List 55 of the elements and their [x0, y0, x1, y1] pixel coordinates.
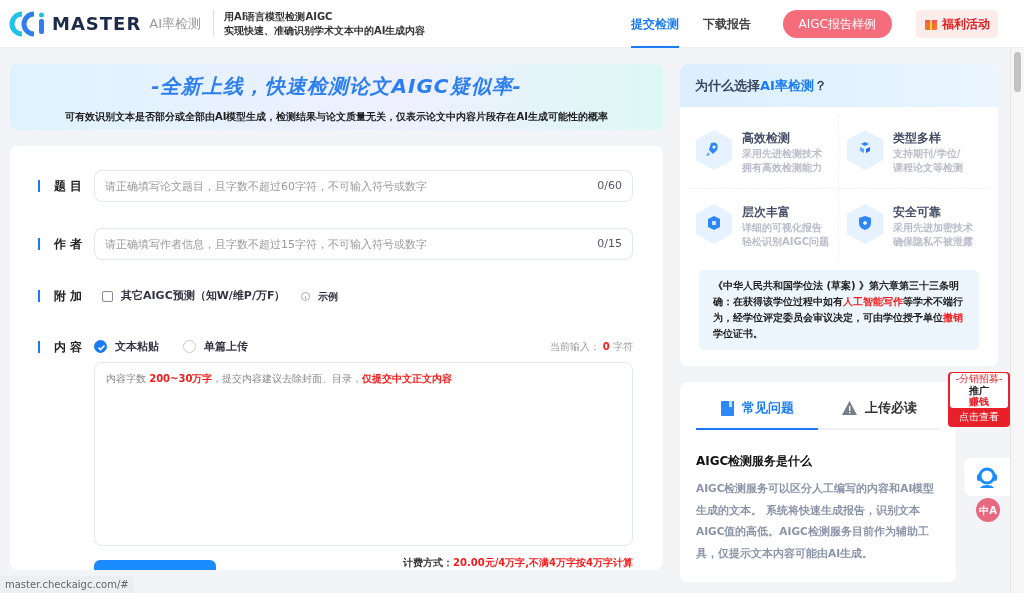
box-icon — [694, 203, 734, 245]
feature-text: 拥有高效检测能力 — [742, 160, 822, 174]
input-count: 当前输入： 0 字符 — [549, 340, 633, 355]
promo-text: 点击查看 — [958, 409, 1000, 424]
option-label: 其它AIGC预测（知W/维P/万F） — [121, 288, 286, 304]
faq-answer: AIGC检测服务可以区分人工编写的内容和AI模型生成的文本。 系统将快速生成报告，识别文本AIGC值的高低。AIGC检测服务目前作为辅助工具，仅提示文本内容可能由AI生成。 — [696, 481, 936, 561]
field-label: 题 目 — [38, 180, 94, 192]
feature-title: 类型多样 — [893, 130, 942, 147]
promo-text: -分销招募- — [954, 373, 1004, 384]
status-url: master.checkaigc.com/# — [0, 576, 134, 593]
why-title: 为什么选择AI率检测？ — [680, 64, 998, 107]
feature-text: 采用先进加密技术 — [893, 221, 973, 235]
cubes-icon — [845, 129, 885, 171]
tagline: 用AI语言模型检测AIGC — [224, 10, 334, 24]
feature-title: 层次丰富 — [742, 204, 791, 221]
info-icon — [301, 291, 311, 301]
brand-name: MASTER — [52, 12, 142, 36]
sample-report-button[interactable]: AIGC报告样例 — [782, 9, 892, 38]
nav-tab[interactable]: 提交检测 — [630, 0, 679, 48]
feature-text: 支持期刊/学位/ — [893, 147, 962, 161]
radio-label: 单篇上传 — [204, 338, 248, 355]
feature-title: 安全可靠 — [893, 204, 942, 221]
warning-icon — [841, 401, 857, 415]
scrollbar-thumb[interactable] — [1014, 52, 1021, 92]
support-widget[interactable] — [964, 458, 1010, 496]
faq-tab[interactable]: 上传必读 — [818, 388, 940, 430]
feature-text: 详细的可视化报告 — [742, 221, 823, 235]
feature-text: 采用先进检测技术 — [742, 147, 822, 161]
promo-button[interactable]: 福利活动 — [916, 9, 998, 38]
translate-button[interactable]: 中A — [976, 498, 1000, 522]
field-label: 附 加 — [38, 290, 94, 303]
checkbox[interactable] — [102, 290, 113, 302]
promo-text: 赚钱 — [968, 396, 990, 408]
feature-text: 课程论文等检测 — [893, 160, 963, 174]
example-link[interactable]: 示例 — [318, 288, 339, 304]
feature-text: 确保隐私不被泄露 — [893, 234, 973, 248]
banner-subtitle: 可有效识别文本是否部分或全部由AI模型生成，检测结果与论文质量无关，仅表示论文中内容片段存在AI生成可能性的概率 — [65, 109, 608, 124]
tagline: 实现快速、准确识别学术文本中的AI生成内容 — [224, 23, 426, 37]
radio-button[interactable] — [94, 340, 107, 354]
promo-text: 推广 — [969, 384, 989, 396]
pricing-text: 计费方式：20.00元/4万字,不满4万字按4万字计算 — [403, 556, 633, 570]
book-icon — [720, 400, 734, 416]
law-notice: 《中华人民共和国学位法 (草案) 》第六章第三十三条明确：在获得该学位过程中如有人工智能写作等学术不端行为，经学位评定委员会审议决定，可由学位授予单位撤销学位证书。 — [699, 270, 979, 350]
promo-badge[interactable]: -分销招募- 推广 赚钱 点击查看 — [948, 372, 1010, 427]
faq-question: AIGC检测服务是什么 — [696, 453, 814, 470]
nav-tab[interactable]: 下载报告 — [702, 0, 751, 48]
faq-tab[interactable]: 常见问题 — [696, 388, 818, 430]
content-field[interactable]: 内容字数 200~30万字，提交内容建议去除封面、目录，仅提交中文正文内容 — [94, 362, 633, 546]
field-label: 作 者 — [38, 238, 94, 250]
radio-label: 文本粘贴 — [115, 338, 159, 355]
feature-text: 轻松识别AIGC问题 — [742, 234, 829, 248]
shield-icon — [845, 203, 885, 245]
feature-title: 高效检测 — [742, 130, 791, 147]
banner-title: -全新上线，快速检测论文AIGC疑似率- — [151, 72, 522, 100]
product-name: AI率检测 — [149, 14, 201, 33]
